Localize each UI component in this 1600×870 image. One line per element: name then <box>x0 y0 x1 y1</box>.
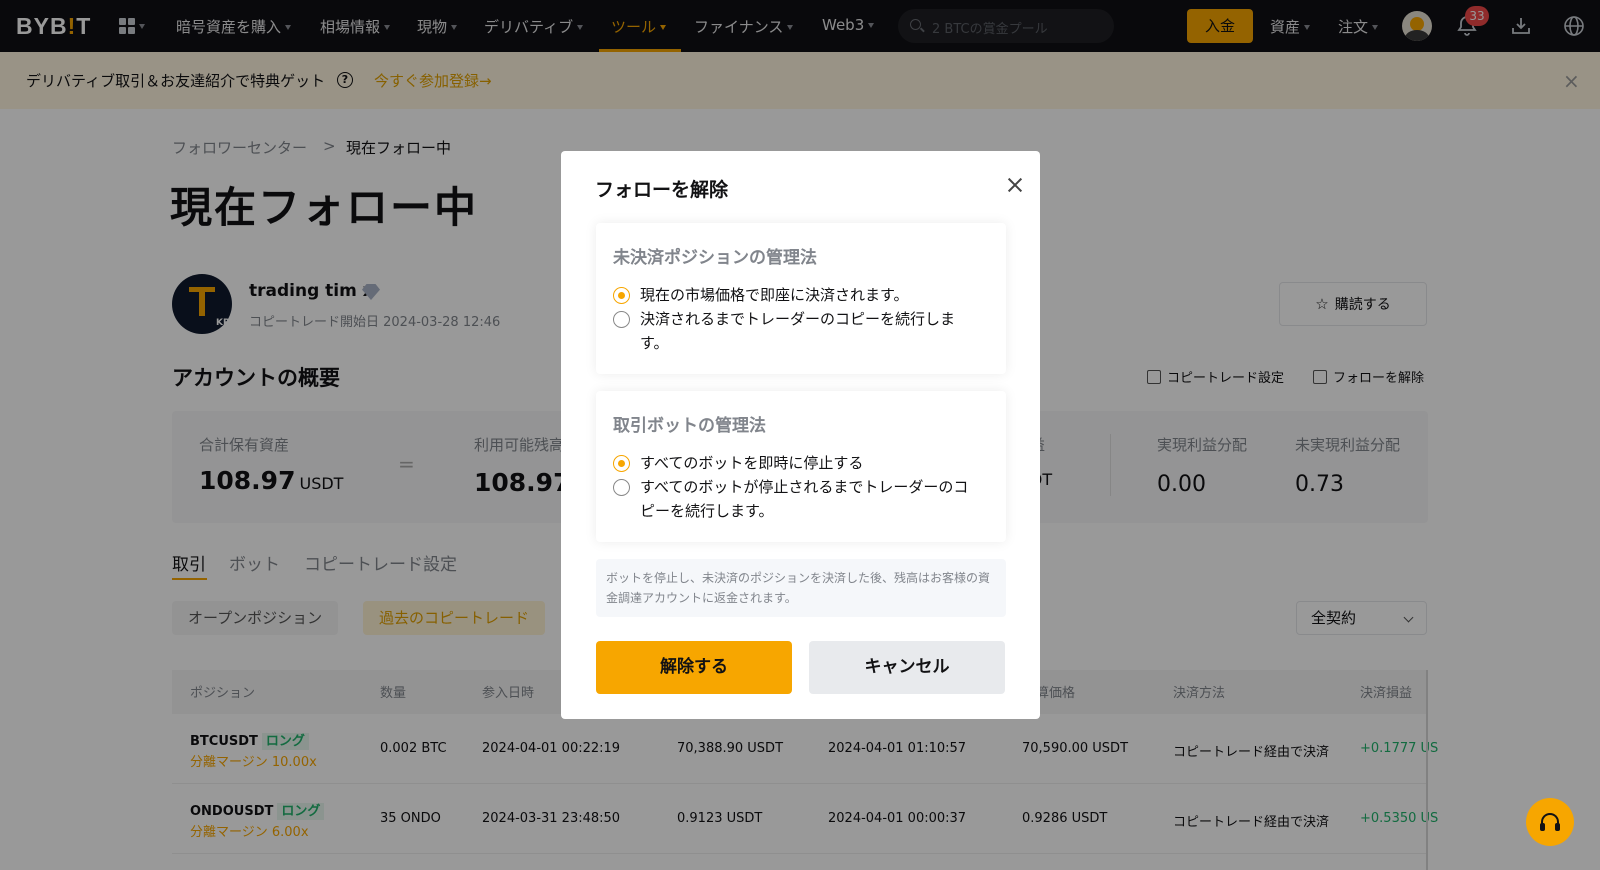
section-heading: 未決済ポジションの管理法 <box>613 248 817 268</box>
close-icon[interactable] <box>1005 175 1025 195</box>
option-label: すべてのボットを即時に停止する <box>640 454 864 472</box>
dialog-title: フォローを解除 <box>595 179 729 201</box>
radio-unselected[interactable] <box>613 479 630 496</box>
radio-continue-copying[interactable]: 決済されるまでトレーダーのコピーを続行します。 <box>613 307 970 355</box>
radio-unselected[interactable] <box>613 311 630 328</box>
headset-icon <box>1540 813 1560 831</box>
radio-stop-all-bots[interactable]: すべてのボットを即時に停止する <box>613 451 970 475</box>
option-label: 決済されるまでトレーダーのコピーを続行します。 <box>640 310 956 352</box>
cancel-button[interactable]: キャンセル <box>809 641 1005 694</box>
radio-close-immediately[interactable]: 現在の市場価格で即座に決済されます。 <box>613 283 970 307</box>
open-positions-section: 未決済ポジションの管理法 現在の市場価格で即座に決済されます。 決済されるまでト… <box>596 223 1006 374</box>
radio-selected[interactable] <box>613 455 630 472</box>
confirm-unfollow-button[interactable]: 解除する <box>596 641 792 694</box>
refund-notice: ボットを停止し、未決済のポジションを決済した後、残高はお客様の資金調達アカウント… <box>596 559 1006 617</box>
customer-support-button[interactable] <box>1526 798 1574 846</box>
option-label: すべてのボットが停止されるまでトレーダーのコピーを続行します。 <box>640 478 969 520</box>
unfollow-dialog: フォローを解除 未決済ポジションの管理法 現在の市場価格で即座に決済されます。 … <box>561 151 1040 719</box>
radio-continue-until-bots-stop[interactable]: すべてのボットが停止されるまでトレーダーのコピーを続行します。 <box>613 475 970 523</box>
section-heading: 取引ボットの管理法 <box>613 416 766 436</box>
radio-selected[interactable] <box>613 287 630 304</box>
option-label: 現在の市場価格で即座に決済されます。 <box>640 286 909 304</box>
trading-bots-section: 取引ボットの管理法 すべてのボットを即時に停止する すべてのボットが停止されるま… <box>596 391 1006 542</box>
